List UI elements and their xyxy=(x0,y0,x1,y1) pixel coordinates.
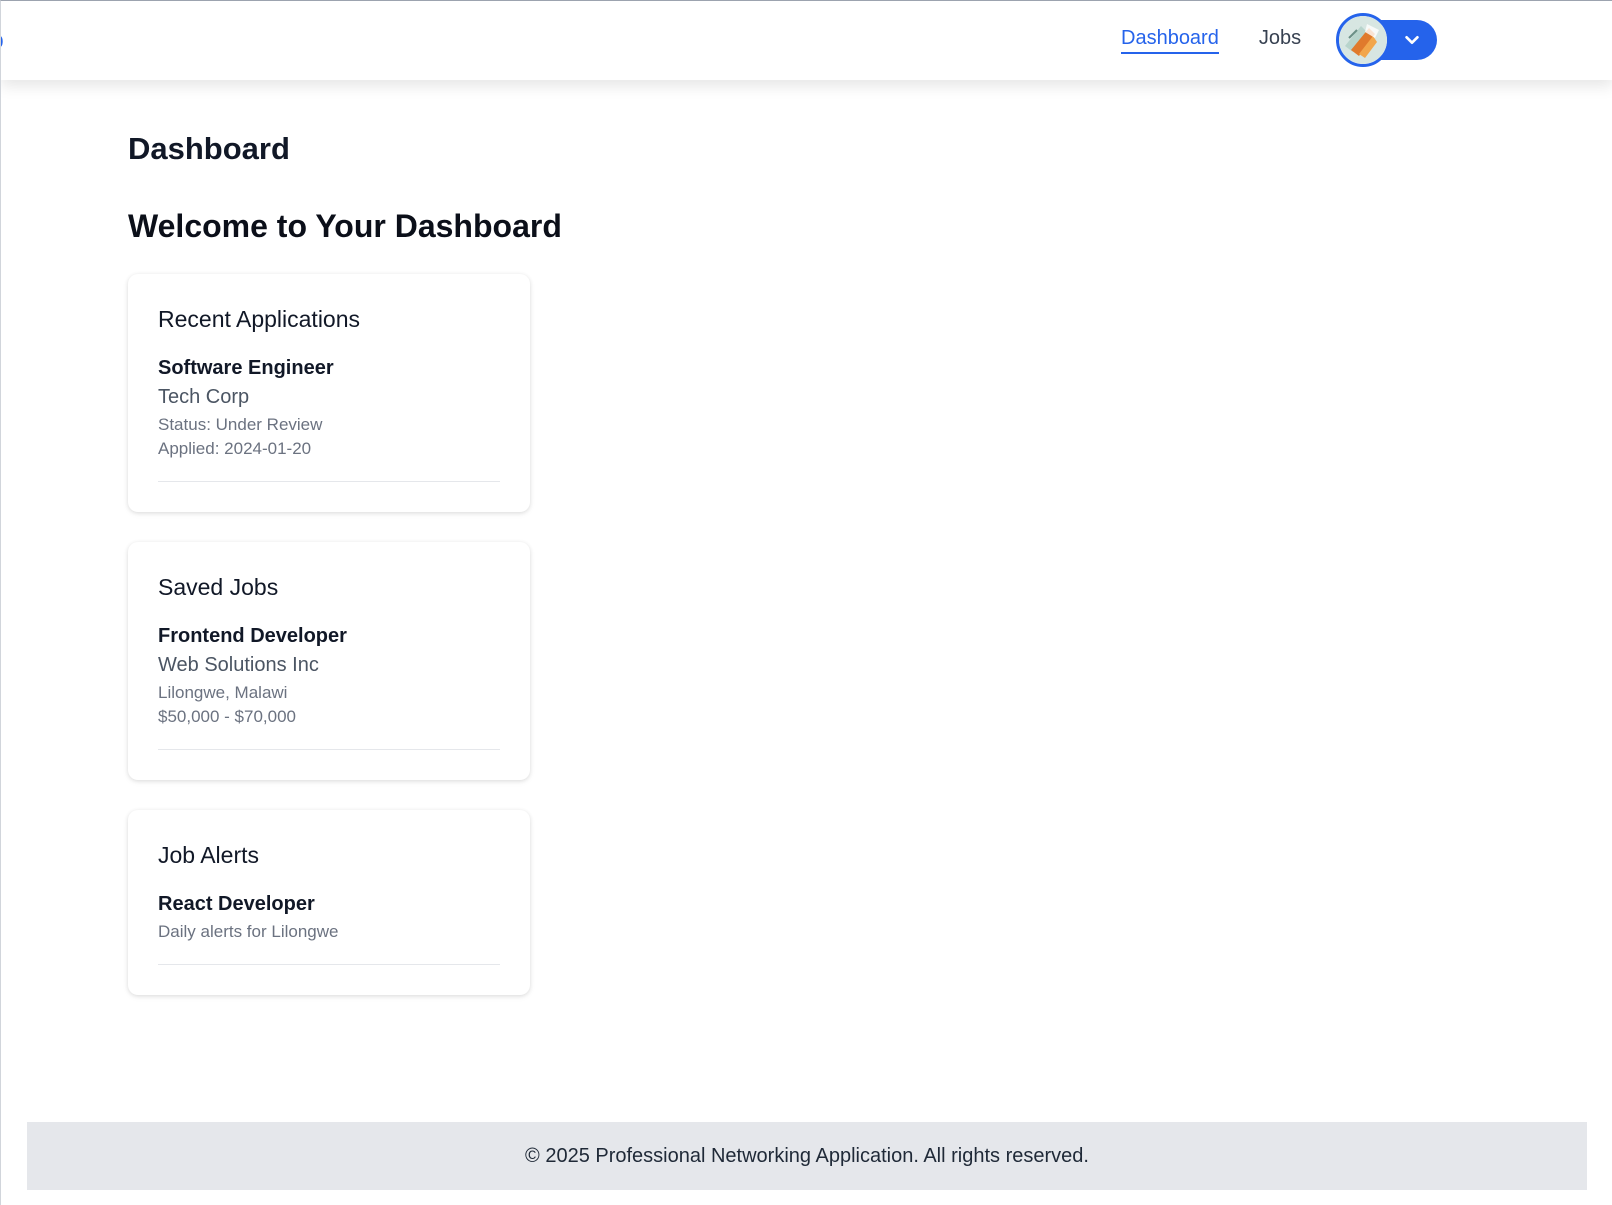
applied-date: Applied: 2024-01-20 xyxy=(158,438,312,458)
card-title: Recent Applications xyxy=(158,305,361,332)
company-name: Tech Corp xyxy=(158,385,250,408)
list-item[interactable]: React Developer Daily alerts for Lilongw… xyxy=(158,893,500,965)
job-title: Software Engineer xyxy=(158,356,334,379)
list-item[interactable]: Frontend Developer Web Solutions Inc Lil… xyxy=(158,625,500,750)
job-alerts-card: Job Alerts React Developer Daily alerts … xyxy=(128,809,530,995)
chevron-down-icon xyxy=(1405,35,1419,45)
footer-copyright: © 2025 Professional Networking Applicati… xyxy=(525,1144,1089,1167)
alert-frequency: Daily alerts for Lilongwe xyxy=(158,921,339,941)
page-title: Dashboard xyxy=(128,131,290,166)
job-salary: $50,000 - $70,000 xyxy=(158,706,297,726)
dashboard-cards: Recent Applications Software Engineer Te… xyxy=(128,273,1428,995)
app-window: p Dashboard Jobs xyxy=(0,0,1612,1205)
page-footer: © 2025 Professional Networking Applicati… xyxy=(27,1122,1587,1190)
card-title: Saved Jobs xyxy=(158,573,279,600)
job-title: Frontend Developer xyxy=(158,624,347,647)
dashboard-main: Dashboard Welcome to Your Dashboard Rece… xyxy=(128,80,1428,995)
application-status: Status: Under Review xyxy=(158,414,323,434)
job-location: Lilongwe, Malawi xyxy=(158,682,288,702)
company-name: Web Solutions Inc xyxy=(158,653,319,676)
nav-link-dashboard[interactable]: Dashboard xyxy=(1121,27,1219,54)
avatar[interactable] xyxy=(1336,13,1390,67)
top-navbar: p Dashboard Jobs xyxy=(1,1,1612,80)
brand-logo[interactable]: p xyxy=(1,27,4,55)
recent-applications-card: Recent Applications Software Engineer Te… xyxy=(128,273,530,512)
nav-link-jobs[interactable]: Jobs xyxy=(1259,27,1301,54)
card-title: Job Alerts xyxy=(158,841,259,868)
welcome-heading: Welcome to Your Dashboard xyxy=(128,208,562,245)
saved-jobs-card: Saved Jobs Frontend Developer Web Soluti… xyxy=(128,541,530,780)
alert-title: React Developer xyxy=(158,892,315,915)
avatar-image-icon xyxy=(1339,16,1387,64)
user-menu-button[interactable] xyxy=(1336,13,1437,67)
main-nav: Dashboard Jobs xyxy=(1121,27,1301,54)
list-item[interactable]: Software Engineer Tech Corp Status: Unde… xyxy=(158,357,500,482)
